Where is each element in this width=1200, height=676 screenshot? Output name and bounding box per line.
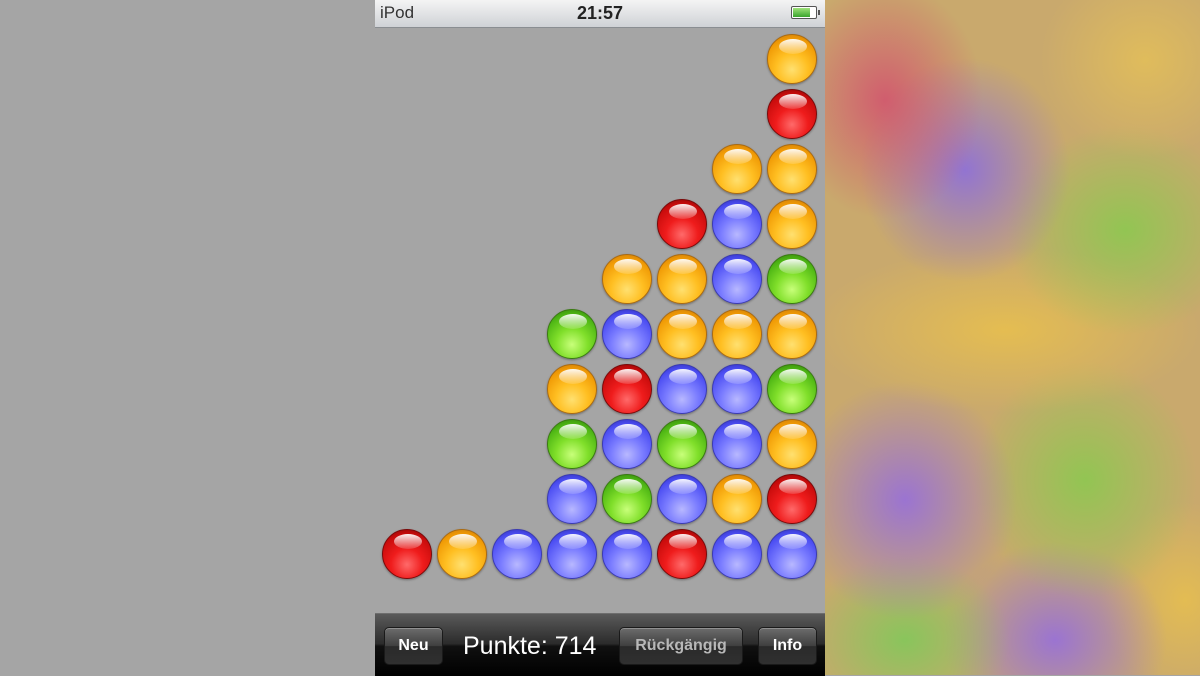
battery-icon xyxy=(791,6,820,19)
info-button[interactable]: Info xyxy=(758,627,817,665)
blue-ball[interactable] xyxy=(657,474,707,524)
orange-ball[interactable] xyxy=(767,34,817,84)
green-ball[interactable] xyxy=(657,419,707,469)
orange-ball[interactable] xyxy=(712,144,762,194)
orange-ball[interactable] xyxy=(547,364,597,414)
red-ball[interactable] xyxy=(767,89,817,139)
orange-ball[interactable] xyxy=(712,309,762,359)
undo-button[interactable]: Rückgängig xyxy=(619,627,743,665)
red-ball[interactable] xyxy=(382,529,432,579)
new-game-button[interactable]: Neu xyxy=(384,627,443,665)
green-ball[interactable] xyxy=(547,419,597,469)
blue-ball[interactable] xyxy=(547,529,597,579)
orange-ball[interactable] xyxy=(767,144,817,194)
background-left xyxy=(0,0,375,675)
blue-ball[interactable] xyxy=(492,529,542,579)
green-ball[interactable] xyxy=(602,474,652,524)
score-label: Punkte: 714 xyxy=(463,632,597,660)
blue-ball[interactable] xyxy=(602,529,652,579)
red-ball[interactable] xyxy=(767,474,817,524)
blue-ball[interactable] xyxy=(712,199,762,249)
green-ball[interactable] xyxy=(767,254,817,304)
orange-ball[interactable] xyxy=(767,309,817,359)
status-bar: iPod 21:57 xyxy=(375,0,825,28)
red-ball[interactable] xyxy=(657,199,707,249)
blue-ball[interactable] xyxy=(767,529,817,579)
red-ball[interactable] xyxy=(602,364,652,414)
orange-ball[interactable] xyxy=(657,254,707,304)
blue-ball[interactable] xyxy=(712,529,762,579)
game-board xyxy=(380,32,820,592)
orange-ball[interactable] xyxy=(767,419,817,469)
orange-ball[interactable] xyxy=(437,529,487,579)
background-right-blurred xyxy=(825,0,1200,675)
toolbar: Neu Punkte: 714 Rückgängig Info xyxy=(375,613,825,676)
orange-ball[interactable] xyxy=(657,309,707,359)
orange-ball[interactable] xyxy=(712,474,762,524)
blue-ball[interactable] xyxy=(712,254,762,304)
blue-ball[interactable] xyxy=(602,419,652,469)
game-screen: iPod 21:57 Neu Punkte: 714 Rückgängig In… xyxy=(375,0,825,676)
blue-ball[interactable] xyxy=(712,419,762,469)
blue-ball[interactable] xyxy=(602,309,652,359)
blue-ball[interactable] xyxy=(657,364,707,414)
green-ball[interactable] xyxy=(767,364,817,414)
blue-ball[interactable] xyxy=(712,364,762,414)
orange-ball[interactable] xyxy=(767,199,817,249)
clock: 21:57 xyxy=(576,3,624,23)
battery-level xyxy=(793,8,810,17)
orange-ball[interactable] xyxy=(602,254,652,304)
red-ball[interactable] xyxy=(657,529,707,579)
blue-ball[interactable] xyxy=(547,474,597,524)
green-ball[interactable] xyxy=(547,309,597,359)
